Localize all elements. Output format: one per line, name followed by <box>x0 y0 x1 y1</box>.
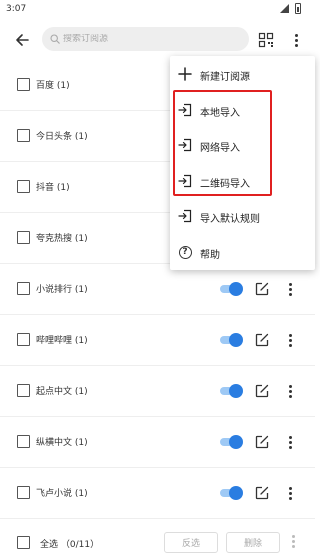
row-more-button[interactable] <box>285 485 295 501</box>
row-checkbox[interactable] <box>17 384 30 397</box>
qr-code-icon <box>258 32 274 48</box>
more-vertical-icon <box>288 435 292 449</box>
search-box[interactable] <box>42 27 249 51</box>
select-all-label[interactable]: 全选 （0/11） <box>40 537 99 550</box>
battery-icon <box>295 3 301 14</box>
enable-toggle[interactable] <box>218 282 243 296</box>
row-more-button[interactable] <box>285 332 295 348</box>
source-name: 抖音 (1) <box>36 183 70 193</box>
source-name: 哔哩哔哩 (1) <box>36 336 88 346</box>
row-checkbox[interactable] <box>17 180 30 193</box>
invert-selection-button[interactable]: 反选 <box>164 532 218 553</box>
enable-toggle[interactable] <box>218 384 243 398</box>
source-name: 纵横中文 (1) <box>36 438 88 448</box>
search-input[interactable] <box>63 34 243 44</box>
source-name: 今日头条 (1) <box>36 132 88 142</box>
source-name: 百度 (1) <box>36 81 70 91</box>
more-vertical-icon <box>294 33 298 47</box>
edit-icon <box>255 486 269 500</box>
arrow-left-icon <box>16 34 29 46</box>
menu-item-label: 导入默认规则 <box>200 214 260 225</box>
row-more-button[interactable] <box>285 434 295 450</box>
list-item[interactable]: 纵横中文 (1) <box>0 417 315 468</box>
enable-toggle[interactable] <box>218 333 243 347</box>
list-item[interactable]: 飞卢小说 (1) <box>0 468 315 519</box>
import-options-highlight <box>173 90 272 196</box>
help-icon: ? <box>177 244 193 260</box>
row-checkbox[interactable] <box>17 129 30 142</box>
more-vertical-icon <box>288 486 292 500</box>
list-item[interactable]: 哔哩哔哩 (1) <box>0 315 315 366</box>
row-checkbox[interactable] <box>17 78 30 91</box>
row-checkbox[interactable] <box>17 435 30 448</box>
back-button[interactable] <box>10 28 34 52</box>
more-vertical-icon <box>288 282 292 296</box>
edit-icon <box>255 282 269 296</box>
edit-icon <box>255 333 269 347</box>
row-more-button[interactable] <box>285 281 295 297</box>
row-checkbox[interactable] <box>17 486 30 499</box>
select-all-checkbox[interactable] <box>17 536 30 549</box>
qr-scan-button[interactable] <box>254 28 278 52</box>
edit-icon <box>255 435 269 449</box>
status-bar: 3:07 <box>0 0 315 20</box>
import-icon <box>177 208 193 224</box>
signal-icon <box>280 4 289 13</box>
list-item[interactable]: 小说排行 (1) <box>0 264 315 315</box>
row-checkbox[interactable] <box>17 231 30 244</box>
edit-icon <box>255 384 269 398</box>
edit-button[interactable] <box>254 434 270 450</box>
more-vertical-icon <box>288 384 292 398</box>
bottom-action-bar: 全选 （0/11） 反选 删除 <box>0 525 315 560</box>
menu-item-new-source[interactable]: 新建订阅源 <box>170 60 315 88</box>
menu-item-help[interactable]: ? 帮助 <box>170 238 315 266</box>
toolbar <box>0 24 315 56</box>
row-more-button[interactable] <box>285 383 295 399</box>
source-name: 飞卢小说 (1) <box>36 489 88 499</box>
menu-item-import-default-rules[interactable]: 导入默认规则 <box>170 202 315 230</box>
plus-icon <box>177 66 193 82</box>
bottom-more-button[interactable] <box>292 535 295 548</box>
menu-item-label: 新建订阅源 <box>200 72 250 83</box>
list-item[interactable]: 起点中文 (1) <box>0 366 315 417</box>
edit-button[interactable] <box>254 332 270 348</box>
row-checkbox[interactable] <box>17 333 30 346</box>
edit-button[interactable] <box>254 383 270 399</box>
edit-button[interactable] <box>254 281 270 297</box>
source-name: 小说排行 (1) <box>36 285 88 295</box>
source-name: 夸克热搜 (1) <box>36 234 88 244</box>
edit-button[interactable] <box>254 485 270 501</box>
more-options-button[interactable] <box>286 28 306 52</box>
enable-toggle[interactable] <box>218 435 243 449</box>
delete-button[interactable]: 删除 <box>226 532 280 553</box>
status-time: 3:07 <box>6 4 27 14</box>
menu-item-label: 帮助 <box>200 250 220 261</box>
row-checkbox[interactable] <box>17 282 30 295</box>
more-vertical-icon <box>288 333 292 347</box>
search-icon <box>50 34 60 44</box>
source-name: 起点中文 (1) <box>36 387 88 397</box>
enable-toggle[interactable] <box>218 486 243 500</box>
status-icons <box>280 3 301 14</box>
more-vertical-icon <box>292 535 295 548</box>
